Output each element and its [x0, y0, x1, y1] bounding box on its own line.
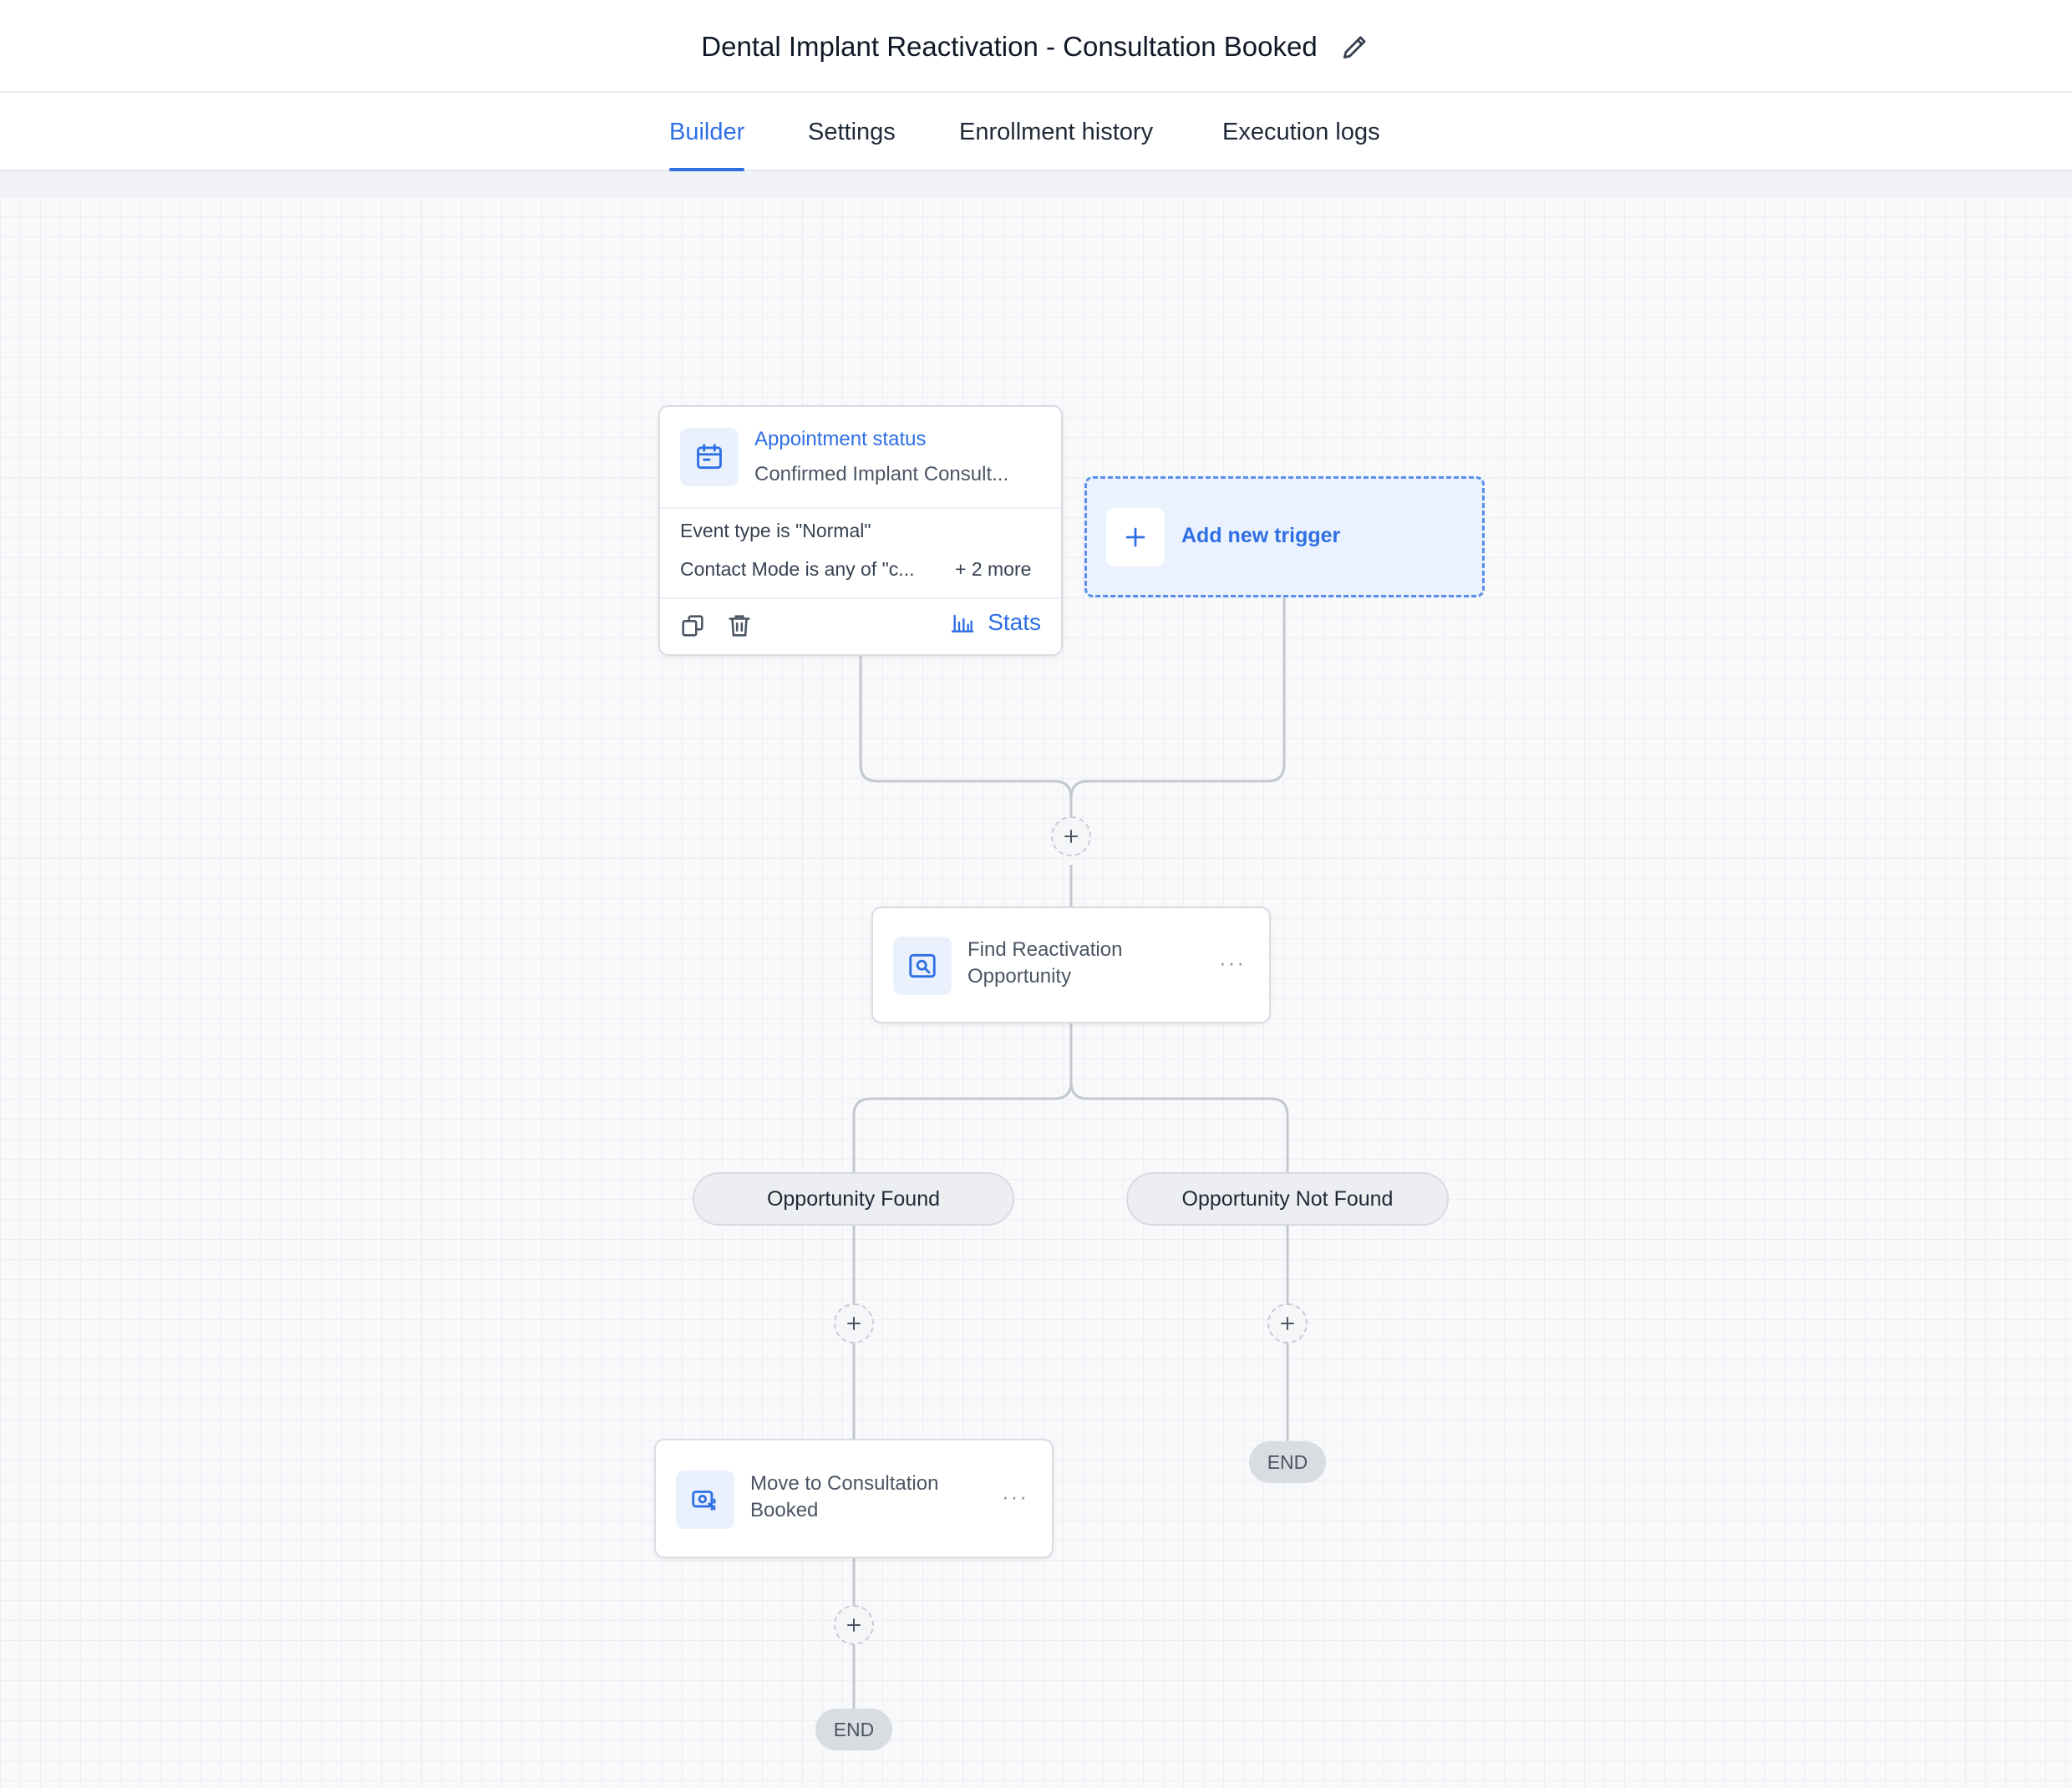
trigger-condition-2: Contact Mode is any of "c... [680, 558, 915, 580]
bar-chart-icon [951, 614, 974, 632]
more-options-icon[interactable]: ··· [1002, 1484, 1028, 1510]
add-step-button[interactable] [834, 1303, 874, 1344]
workflow-title: Dental Implant Reactivation - Consultati… [701, 30, 1318, 62]
action-node-find-opportunity[interactable]: Find Reactivation Opportunity ··· [871, 907, 1271, 1024]
connector-trigger [859, 656, 1073, 840]
more-conditions[interactable]: + 2 more [955, 558, 1031, 581]
branch-opportunity-not-found[interactable]: Opportunity Not Found [1126, 1172, 1449, 1226]
search-icon [909, 953, 936, 978]
top-header: Dental Implant Reactivation - Consultati… [0, 0, 2072, 93]
tab-settings[interactable]: Settings [808, 93, 896, 171]
connector-add-trigger [1069, 597, 1286, 799]
branch-opportunity-found[interactable]: Opportunity Found [693, 1172, 1014, 1226]
tab-builder[interactable]: Builder [669, 93, 745, 171]
more-options-icon[interactable]: ··· [1219, 950, 1246, 976]
tab-execution-logs[interactable]: Execution logs [1222, 93, 1380, 171]
add-step-button[interactable] [1051, 816, 1091, 856]
plus-icon [847, 1618, 861, 1632]
action-label: Move to Consultation Booked [750, 1472, 939, 1521]
plus-icon [1281, 1317, 1294, 1330]
add-step-button[interactable] [834, 1605, 874, 1645]
stats-button[interactable]: Stats [949, 609, 1041, 636]
action-node-move-opportunity[interactable]: Move to Consultation Booked ··· [654, 1439, 1054, 1558]
calendar-icon [697, 444, 722, 470]
add-step-button[interactable] [1267, 1303, 1308, 1344]
copy-icon[interactable] [678, 612, 707, 640]
tab-bar: Builder Settings Enrollment history Exec… [0, 93, 2072, 171]
add-trigger-plus-box [1106, 508, 1165, 566]
connector-find-right [1069, 1081, 1289, 1172]
workflow-canvas[interactable]: Appointment status Confirmed Implant Con… [0, 196, 2072, 1788]
action-icon-box [893, 937, 952, 995]
end-marker: END [1249, 1441, 1326, 1483]
add-trigger-label: Add new trigger [1181, 524, 1341, 547]
title-row: Dental Implant Reactivation - Consultati… [0, 0, 2072, 93]
connector-find-left [852, 1024, 1073, 1172]
trigger-subtitle: Confirmed Implant Consult... [754, 463, 1009, 485]
trigger-footer-divider [660, 597, 1061, 599]
add-new-trigger[interactable]: Add new trigger [1084, 476, 1485, 597]
pencil-icon[interactable] [1339, 31, 1371, 63]
plus-icon [1064, 830, 1078, 843]
trigger-divider [660, 507, 1061, 509]
trigger-condition-1: Event type is "Normal" [680, 520, 871, 541]
end-marker: END [815, 1709, 892, 1750]
action-icon-box [676, 1471, 734, 1529]
trash-icon[interactable] [725, 612, 754, 640]
plus-icon [1125, 527, 1145, 547]
trigger-title[interactable]: Appointment status [754, 428, 926, 451]
plus-icon [847, 1317, 861, 1330]
action-label: Find Reactivation Opportunity [967, 938, 1123, 988]
trigger-node[interactable]: Appointment status Confirmed Implant Con… [658, 405, 1063, 656]
toolbar-strip [0, 171, 2072, 196]
tab-enrollment-history[interactable]: Enrollment history [959, 93, 1153, 171]
stats-label: Stats [988, 609, 1041, 635]
opportunity-move-icon [692, 1491, 716, 1511]
trigger-icon-box [680, 428, 739, 486]
